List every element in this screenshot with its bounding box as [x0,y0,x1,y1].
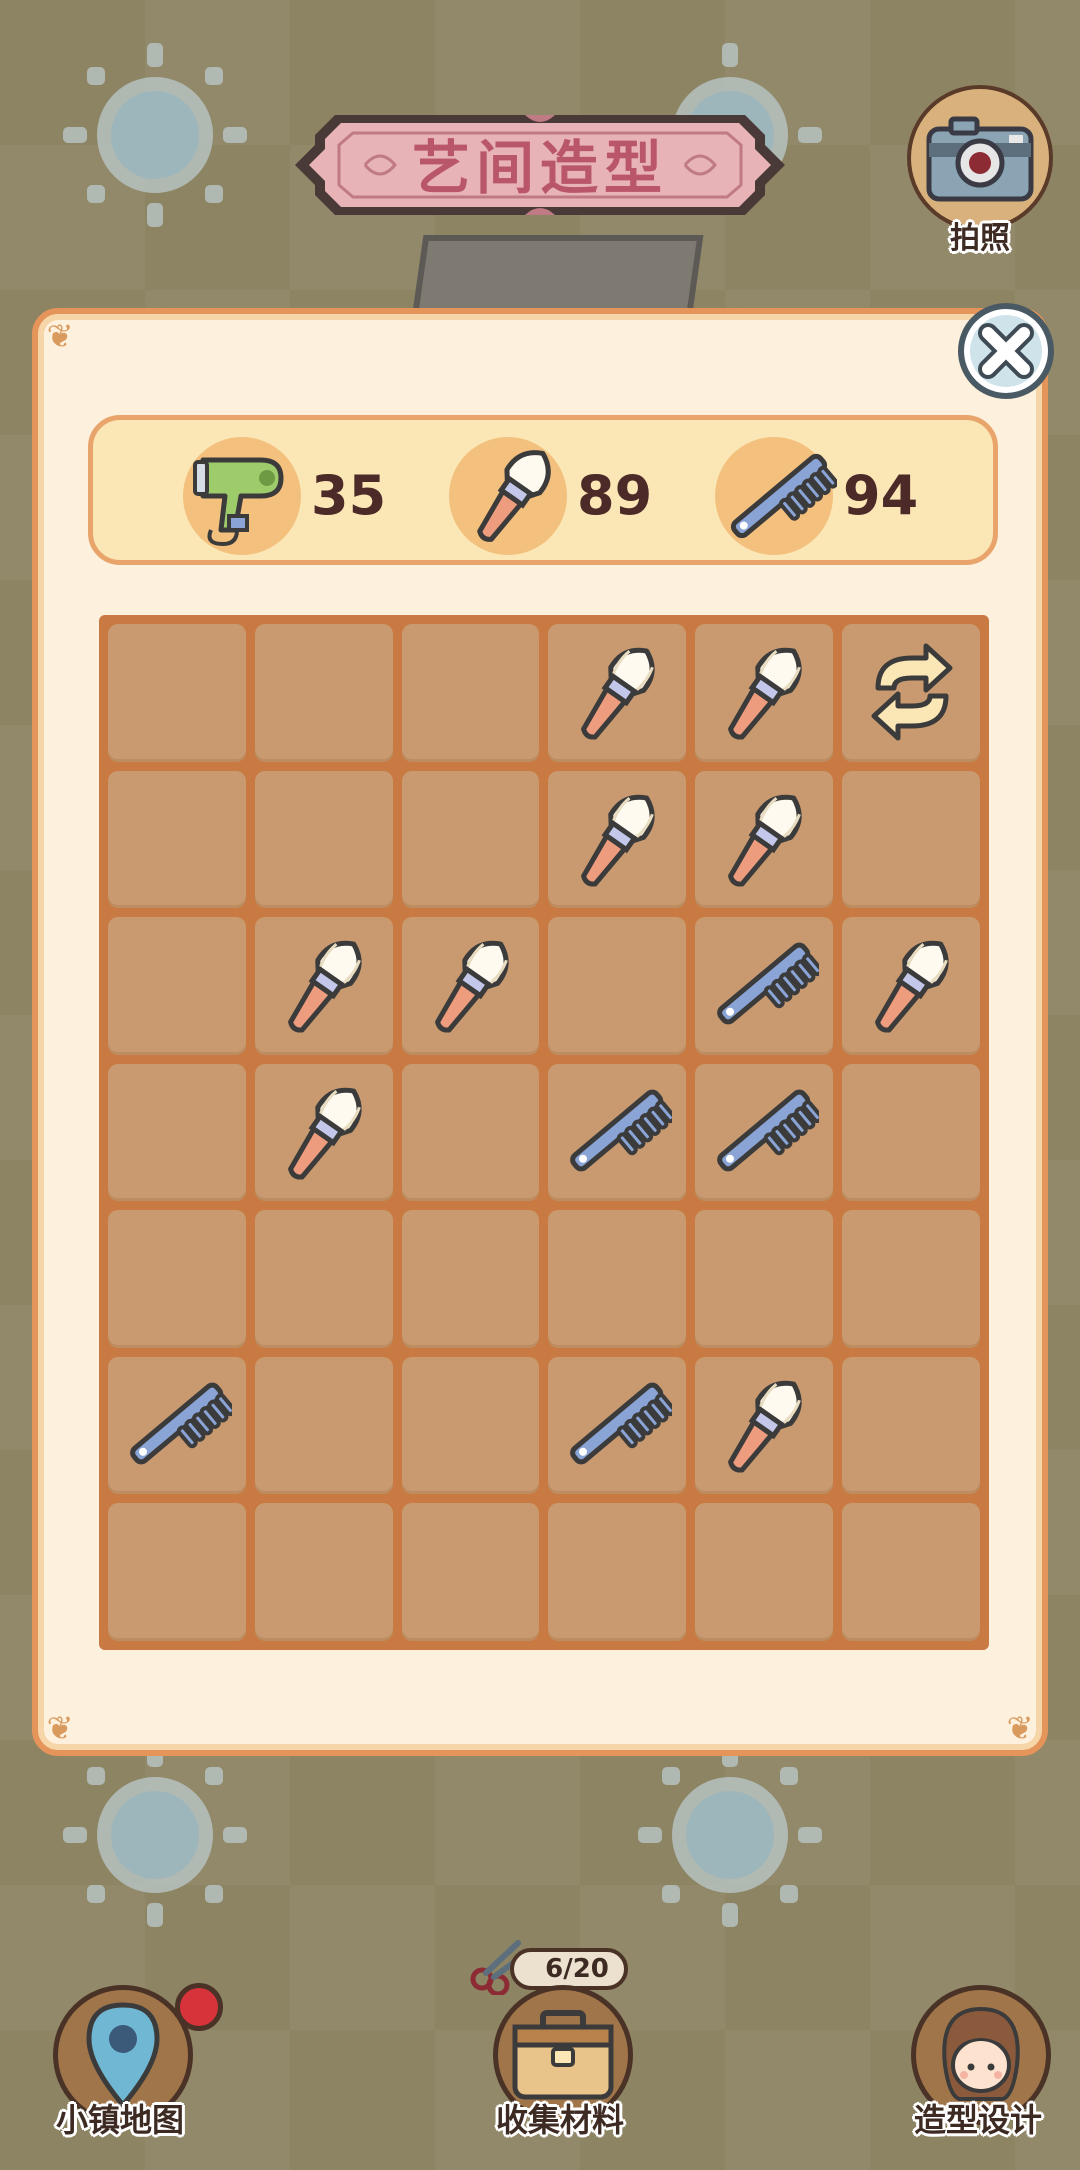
close-icon [978,323,1034,379]
makeup-brush-icon [477,450,551,542]
board-cell[interactable] [548,917,687,1055]
makeup-brush-icon[interactable] [711,638,819,746]
board-cell[interactable] [254,1356,393,1495]
style-design-button[interactable]: 造型设计 [893,1985,1063,2160]
comb-count: 94 [843,464,919,527]
board-cell[interactable] [108,1063,246,1202]
background-sun-decoration [55,35,255,235]
makeup-brush-icon[interactable] [564,638,672,746]
makeup-brush-icon[interactable] [271,931,379,1039]
collect-label: 收集材料 [495,2101,624,2139]
panel-corner-ornament: ❦ [46,317,74,355]
comb-icon[interactable] [124,1371,232,1479]
page-title: 艺间造型 [411,134,668,202]
collect-progress: 6/20 [510,1948,628,1990]
makeup-brush-icon[interactable] [564,785,672,893]
notification-dot [175,1983,223,2031]
board-cell[interactable] [254,624,393,762]
comb-icon[interactable] [564,1371,673,1479]
board-cell[interactable] [254,1503,393,1641]
resource-bar: 35 89 94 [88,415,998,565]
panel-corner-ornament: ❦ [1006,1709,1034,1747]
board-cell[interactable] [842,1356,980,1495]
panel-corner-ornament: ❦ [46,1709,74,1747]
board-cell[interactable] [548,770,687,909]
board-cell[interactable] [108,1210,246,1348]
board-cell[interactable] [548,624,687,762]
comb-icon[interactable] [711,931,820,1039]
board-cell[interactable] [842,1503,980,1641]
board-cell[interactable] [548,1356,687,1495]
hair-dryer-icon [193,457,284,547]
title-banner: 艺间造型 [295,95,785,235]
makeup-brush-count: 89 [577,464,653,527]
board-cell[interactable] [254,917,393,1055]
board-cell[interactable] [401,1356,540,1495]
board-cell[interactable] [548,1210,687,1348]
camera-button[interactable]: 拍照 [905,85,1055,256]
board-cell[interactable] [695,1210,834,1348]
resource-comb: 94 [715,432,935,558]
makeup-brush-icon[interactable] [711,1371,819,1479]
background-sun-decoration [630,1735,830,1935]
board-cell[interactable] [842,1210,980,1348]
makeup-brush-icon[interactable] [271,1078,379,1186]
hair-dryer-count: 35 [311,464,387,527]
board-cell[interactable] [842,770,980,909]
board-cell[interactable] [842,917,980,1055]
comb-icon[interactable] [711,1078,820,1186]
comb-icon [730,453,837,539]
makeup-brush-icon[interactable] [858,931,966,1039]
board-cell[interactable] [695,770,834,909]
board-cell[interactable] [108,770,246,909]
board-cell[interactable] [548,1503,687,1641]
board-cell[interactable] [842,1063,980,1202]
board-cell[interactable] [254,1210,393,1348]
board-cell[interactable] [401,770,540,909]
makeup-brush-icon[interactable] [418,931,526,1039]
board-cell[interactable] [108,624,246,762]
comb-icon[interactable] [564,1078,673,1186]
board-cell[interactable] [842,624,980,762]
merge-board[interactable] [99,615,989,1650]
design-label: 造型设计 [913,2101,1042,2139]
board-cell[interactable] [401,1503,540,1641]
map-button[interactable]: 小镇地图 [35,1983,223,2160]
refresh-icon[interactable] [858,638,966,746]
board-cell[interactable] [695,1356,834,1495]
collect-materials-button[interactable]: 收集材料 [475,1985,645,2160]
board-cell[interactable] [108,1503,246,1641]
resource-makeup-brush: 89 [449,432,669,558]
resource-hair-dryer: 35 [183,432,403,558]
close-button[interactable] [958,303,1054,399]
camera-icon [926,116,1034,202]
board-cell[interactable] [254,770,393,909]
makeup-brush-icon[interactable] [711,785,819,893]
board-cell[interactable] [695,1503,834,1641]
board-cell[interactable] [108,1356,246,1495]
board-cell[interactable] [548,1063,687,1202]
board-cell[interactable] [401,1210,540,1348]
board-cell[interactable] [695,1063,834,1202]
board-cell[interactable] [401,917,540,1055]
background-sun-decoration [55,1735,255,1935]
board-cell[interactable] [401,1063,540,1202]
camera-label: 拍照 [950,221,1010,256]
board-cell[interactable] [254,1063,393,1202]
map-label: 小镇地图 [55,2101,184,2139]
board-cell[interactable] [695,624,834,762]
board-cell[interactable] [401,624,540,762]
board-cell[interactable] [695,917,834,1055]
board-cell[interactable] [108,917,246,1055]
